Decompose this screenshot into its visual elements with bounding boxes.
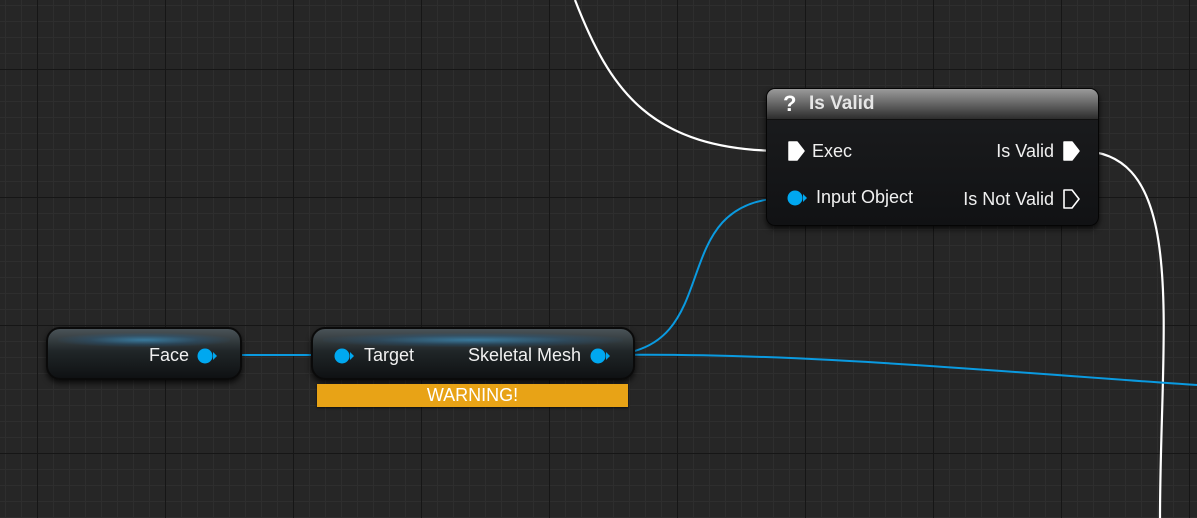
exec-input-label: Exec (812, 141, 853, 161)
is-not-valid-output-label: Is Not Valid (963, 189, 1054, 209)
question-mark-icon: ? (783, 91, 797, 116)
warning-banner: WARNING! (317, 384, 628, 407)
is-valid-node[interactable]: ? Is Valid Exec Input Object Is Valid Is… (766, 88, 1099, 226)
exec-wire-incoming[interactable] (573, 0, 783, 153)
skeletal-mesh-output-pin-icon[interactable] (589, 346, 611, 366)
is-valid-node-title: Is Valid (809, 93, 875, 114)
skeletal-mesh-getter-node[interactable]: Target Skeletal Mesh (311, 327, 635, 380)
is-valid-output-label: Is Valid (996, 141, 1054, 161)
face-output-pin-icon[interactable] (196, 346, 218, 366)
exec-input-pin-icon[interactable] (787, 141, 805, 161)
object-wire-mesh-offscreen[interactable] (608, 353, 1197, 386)
object-wire-mesh-input[interactable] (608, 197, 789, 356)
is-valid-node-header[interactable]: ? Is Valid (767, 89, 1098, 120)
face-output-label: Face (148, 345, 189, 365)
face-variable-node[interactable]: Face (46, 327, 242, 380)
target-input-pin-icon[interactable] (333, 346, 355, 366)
wire-layer (216, 0, 1197, 518)
is-valid-output-pin-icon[interactable] (1062, 141, 1080, 161)
input-object-pin-icon[interactable] (786, 188, 808, 208)
target-input-label: Target (364, 345, 415, 365)
is-not-valid-output-pin-icon[interactable] (1062, 189, 1080, 209)
face-node-glow (58, 333, 230, 347)
skeletal-mesh-output-label: Skeletal Mesh (467, 345, 581, 365)
input-object-label: Input Object (816, 187, 914, 207)
